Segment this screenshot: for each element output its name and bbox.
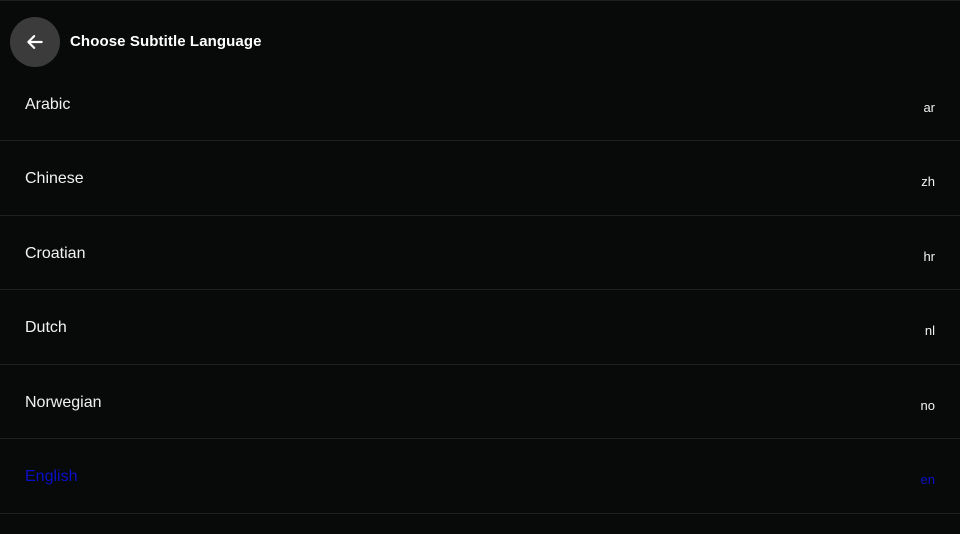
language-code: hr bbox=[923, 248, 935, 264]
language-item-norwegian[interactable]: Norwegian no bbox=[0, 365, 960, 439]
page-title: Choose Subtitle Language bbox=[70, 33, 262, 50]
language-item-chinese[interactable]: Chinese zh bbox=[0, 141, 960, 216]
language-code: nl bbox=[924, 323, 935, 338]
language-item-arabic[interactable]: Arabic ar bbox=[0, 67, 960, 141]
language-code: no bbox=[920, 397, 935, 413]
back-button[interactable] bbox=[10, 17, 60, 67]
language-name: Norwegian bbox=[25, 393, 102, 411]
language-item-dutch[interactable]: Dutch nl bbox=[0, 290, 960, 365]
language-item-english[interactable]: English en bbox=[0, 439, 960, 514]
language-name: Arabic bbox=[25, 96, 71, 113]
language-list: Arabic ar Chinese zh Croatian hr Dutch n… bbox=[0, 67, 960, 514]
language-code: en bbox=[920, 472, 935, 487]
language-name: Croatian bbox=[25, 244, 86, 262]
arrow-left-icon bbox=[25, 32, 45, 52]
language-name: Dutch bbox=[25, 319, 67, 336]
subtitle-language-screen: Choose Subtitle Language Arabic ar Chine… bbox=[0, 0, 960, 534]
language-name: Chinese bbox=[25, 170, 84, 187]
language-name: English bbox=[25, 468, 78, 485]
language-code: zh bbox=[921, 174, 935, 189]
language-item-croatian[interactable]: Croatian hr bbox=[0, 216, 960, 290]
language-code: ar bbox=[923, 100, 935, 115]
